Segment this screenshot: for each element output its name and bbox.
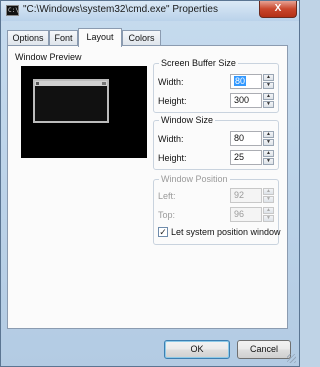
window-height-spinner[interactable]: 25 ▲ ▼ — [230, 150, 274, 165]
tab-options[interactable]: Options — [7, 30, 49, 45]
spin-up-icon[interactable]: ▲ — [263, 74, 274, 81]
window-width-stepper[interactable]: ▲ ▼ — [263, 131, 274, 146]
spin-down-icon[interactable]: ▼ — [263, 82, 274, 89]
close-button[interactable]: X — [259, 1, 297, 18]
title-bar[interactable]: C:\ "C:\Windows\system32\cmd.exe" Proper… — [1, 1, 299, 21]
position-left-stepper: ▲ ▼ — [263, 188, 274, 203]
position-left-spinner: 92 ▲ ▼ — [230, 188, 274, 203]
buffer-width-label: Width: — [158, 77, 184, 87]
window-width-label: Width: — [158, 134, 184, 144]
window-position-title: Window Position — [159, 174, 230, 184]
close-icon: X — [274, 3, 282, 14]
position-top-input: 96 — [230, 207, 262, 222]
screen-buffer-size-title: Screen Buffer Size — [159, 58, 238, 68]
buffer-height-label: Height: — [158, 96, 187, 106]
spin-up-icon: ▲ — [263, 188, 274, 195]
preview-close-icon — [102, 82, 106, 85]
tab-layout[interactable]: Layout — [78, 28, 122, 47]
buffer-width-value: 80 — [234, 76, 247, 86]
tab-colors[interactable]: Colors — [122, 30, 161, 45]
position-top-stepper: ▲ ▼ — [263, 207, 274, 222]
window-height-stepper[interactable]: ▲ ▼ — [263, 150, 274, 165]
window-width-spinner[interactable]: 80 ▲ ▼ — [230, 131, 274, 146]
position-left-input: 92 — [230, 188, 262, 203]
ok-button[interactable]: OK — [164, 340, 230, 359]
window-height-input[interactable]: 25 — [230, 150, 262, 165]
position-left-label: Left: — [158, 191, 176, 201]
let-system-position-checkbox[interactable]: ✓ — [158, 227, 168, 237]
window-size-title: Window Size — [159, 115, 216, 125]
properties-window: C:\ "C:\Windows\system32\cmd.exe" Proper… — [0, 0, 300, 367]
window-width-input[interactable]: 80 — [230, 131, 262, 146]
window-preview-label: Window Preview — [15, 52, 82, 62]
cancel-button[interactable]: Cancel — [237, 340, 291, 359]
spin-down-icon[interactable]: ▼ — [263, 101, 274, 108]
spin-down-icon: ▼ — [263, 215, 274, 222]
buffer-height-stepper[interactable]: ▲ ▼ — [263, 93, 274, 108]
position-top-spinner: 96 ▲ ▼ — [230, 207, 274, 222]
spin-up-icon: ▲ — [263, 207, 274, 214]
spin-down-icon: ▼ — [263, 196, 274, 203]
cmd-console-icon: C:\ — [6, 5, 19, 16]
spin-up-icon[interactable]: ▲ — [263, 93, 274, 100]
spin-down-icon[interactable]: ▼ — [263, 139, 274, 146]
spin-down-icon[interactable]: ▼ — [263, 158, 274, 165]
buffer-height-spinner[interactable]: 300 ▲ ▼ — [230, 93, 274, 108]
tab-font[interactable]: Font — [49, 30, 78, 45]
window-title: "C:\Windows\system32\cmd.exe" Properties — [23, 4, 218, 15]
spin-up-icon[interactable]: ▲ — [263, 131, 274, 138]
buffer-width-spinner[interactable]: 80 ▲ ▼ — [230, 74, 274, 89]
let-system-position-label[interactable]: Let system position window — [171, 227, 281, 237]
resize-grip-icon[interactable] — [287, 354, 296, 363]
window-preview — [21, 66, 147, 158]
buffer-width-stepper[interactable]: ▲ ▼ — [263, 74, 274, 89]
window-height-label: Height: — [158, 153, 187, 163]
preview-title-bar — [35, 81, 107, 86]
buffer-height-input[interactable]: 300 — [230, 93, 262, 108]
preview-console-window — [33, 79, 109, 123]
buffer-width-input[interactable]: 80 — [230, 74, 262, 89]
position-top-label: Top: — [158, 210, 176, 220]
preview-window-icon — [36, 82, 39, 85]
spin-up-icon[interactable]: ▲ — [263, 150, 274, 157]
